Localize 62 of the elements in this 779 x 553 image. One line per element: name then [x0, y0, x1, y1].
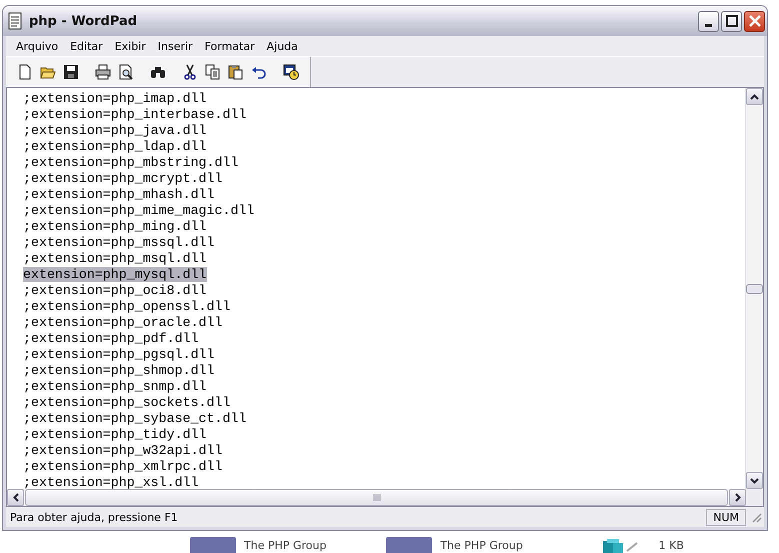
- php-file-icon: [190, 537, 236, 553]
- printer-icon: [95, 64, 111, 80]
- vertical-scrollbar[interactable]: [745, 88, 763, 489]
- code-line: ;extension=php_mssql.dll: [23, 234, 215, 250]
- code-line: ;extension=php_mime_magic.dll: [23, 202, 254, 218]
- menu-item[interactable]: Exibir: [108, 40, 152, 52]
- code-line: ;extension=php_snmp.dll: [23, 378, 207, 394]
- code-line: ;extension=php_w32api.dll: [23, 442, 222, 458]
- code-line: ;extension=php_interbase.dll: [23, 106, 246, 122]
- menu-item[interactable]: Editar: [64, 40, 109, 52]
- status-text: Para obter ajuda, pressione F1: [10, 510, 179, 524]
- calendar-clock-icon: [283, 64, 299, 80]
- menu-item[interactable]: Inserir: [152, 40, 199, 52]
- file-publisher: The PHP Group: [440, 539, 523, 553]
- new-document-icon: [17, 64, 33, 80]
- num-lock-indicator: NUM: [706, 508, 746, 526]
- maximize-icon: [726, 15, 738, 27]
- document-icon: [7, 12, 23, 30]
- grip-icon: [372, 494, 380, 501]
- close-icon: [748, 15, 760, 27]
- code-line: ;extension=php_xsl.dll: [23, 474, 199, 489]
- code-line: ;extension=php_ming.dll: [23, 218, 207, 234]
- php-file-icon: [386, 537, 432, 553]
- close-button[interactable]: [744, 10, 765, 32]
- code-line: ;extension=php_pgsql.dll: [23, 346, 215, 362]
- code-line: ;extension=php_sybase_ct.dll: [23, 410, 246, 426]
- code-line: ;extension=php_shmop.dll: [23, 362, 215, 378]
- binoculars-icon: [150, 64, 166, 80]
- minimize-button[interactable]: [698, 10, 719, 32]
- file-publisher: The PHP Group: [244, 539, 326, 553]
- code-line: ;extension=php_imap.dll: [23, 90, 207, 106]
- menu-item[interactable]: Arquivo: [10, 40, 64, 52]
- code-line: ;extension=php_xmlrpc.dll: [23, 458, 222, 474]
- code-line: ;extension=php_mhash.dll: [23, 186, 215, 202]
- minimize-icon: [705, 24, 712, 26]
- code-line: ;extension=php_ldap.dll: [23, 138, 207, 154]
- scissors-icon: [182, 64, 198, 80]
- code-line: ;extension=php_oci8.dll: [23, 282, 207, 298]
- code-line: ;extension=php_pdf.dll: [23, 330, 199, 346]
- menu-item[interactable]: Formatar: [198, 40, 261, 52]
- code-line: ;extension=php_openssl.dll: [23, 298, 230, 314]
- scroll-thumb[interactable]: [746, 284, 763, 294]
- menu-item[interactable]: Ajuda: [260, 40, 304, 52]
- magnifier-page-icon: [118, 64, 134, 80]
- code-line: ;extension=php_oracle.dll: [23, 314, 222, 330]
- clipboard-icon: [228, 64, 244, 80]
- window-title: php - WordPad: [29, 14, 138, 28]
- scroll-right-button[interactable]: [729, 489, 746, 506]
- code-line: ;extension=php_tidy.dll: [23, 426, 207, 442]
- code-line: ;extension=php_sockets.dll: [23, 394, 230, 410]
- scroll-up-button[interactable]: [746, 88, 763, 105]
- code-line: ;extension=php_mcrypt.dll: [23, 170, 222, 186]
- undo-arrow-icon: [251, 64, 267, 80]
- maximize-button[interactable]: [721, 10, 742, 32]
- file-size: 1 KB: [658, 539, 684, 553]
- scroll-left-button[interactable]: [7, 489, 24, 506]
- code-line: ;extension=php_java.dll: [23, 122, 207, 138]
- scroll-down-button[interactable]: [746, 472, 763, 489]
- code-line: ;extension=php_msql.dll: [23, 250, 207, 266]
- copy-icon: [205, 64, 221, 80]
- code-line: ;extension=php_mbstring.dll: [23, 154, 238, 170]
- resize-grip-icon[interactable]: [750, 511, 762, 523]
